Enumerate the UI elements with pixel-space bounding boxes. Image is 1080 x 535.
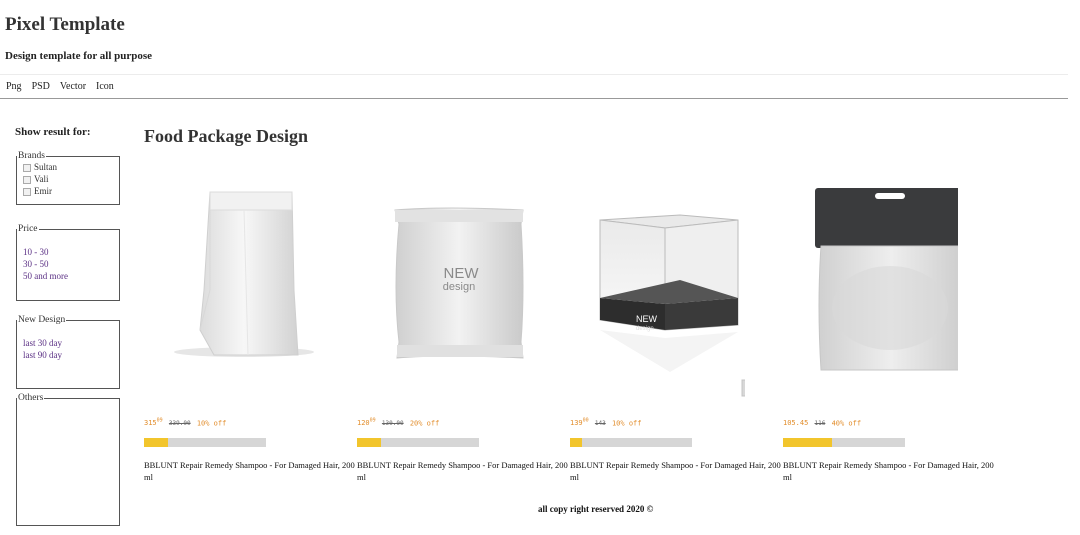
price-line: 13900 143 10% off (570, 418, 641, 427)
category-title: Food Package Design (144, 126, 308, 146)
others-legend: Others (18, 393, 44, 403)
discount-label: 10% off (611, 419, 642, 428)
progress-fill (357, 438, 382, 447)
price-line: 105.45 116 40% off (783, 418, 861, 427)
price-filter: Price 10 - 30 30 - 50 50 and more (16, 224, 120, 301)
new-design-link-30[interactable]: last 30 day (23, 337, 113, 349)
brands-filter: Brands Sultan Vali Emir (16, 151, 120, 205)
clear-box-image[interactable]: NEW design (570, 180, 769, 402)
package-label-new: NEW (636, 314, 658, 324)
brand-option-sultan[interactable]: Sultan (23, 161, 113, 173)
progress-fill (783, 438, 832, 447)
package-label-design: design (443, 281, 475, 293)
new-design-legend: New Design (18, 315, 66, 325)
progress-fill (144, 438, 169, 447)
price-link-10-30[interactable]: 10 - 30 (23, 246, 113, 258)
old-price: 339.00 (168, 420, 191, 428)
progress-bar (357, 438, 479, 447)
stand-up-pouch-image[interactable] (144, 180, 319, 402)
brand-option-emir[interactable]: Emir (23, 185, 113, 197)
brands-legend: Brands (18, 151, 45, 161)
product-card[interactable]: 105.45 116 40% off BBLUNT Repair Remedy … (783, 180, 996, 482)
new-design-link-90[interactable]: last 90 day (23, 349, 113, 361)
hanging-bag-image[interactable] (783, 180, 965, 402)
product-name[interactable]: BBLUNT Repair Remedy Shampoo - For Damag… (357, 459, 570, 483)
product-card[interactable]: NEW design 12009 130.00 20% off BBLUNT R… (357, 180, 570, 482)
old-price: 143 (594, 420, 606, 428)
site-title: Pixel Template (5, 14, 125, 35)
progress-bar (570, 438, 692, 447)
old-price: 130.00 (381, 420, 404, 428)
sidebar-heading: Show result for: (15, 126, 91, 138)
progress-fill (570, 438, 583, 447)
nav-item-icon[interactable]: Icon (96, 81, 114, 92)
product-name[interactable]: BBLUNT Repair Remedy Shampoo - For Damag… (783, 459, 996, 483)
product-name[interactable]: BBLUNT Repair Remedy Shampoo - For Damag… (570, 459, 783, 483)
product-name[interactable]: BBLUNT Repair Remedy Shampoo - For Damag… (144, 459, 357, 483)
current-price: 13900 (570, 418, 589, 428)
package-label-design: design (636, 326, 654, 332)
nav-item-psd[interactable]: PSD (32, 81, 50, 92)
price-line: 31509 339.00 10% off (144, 418, 226, 427)
price-link-30-50[interactable]: 30 - 50 (23, 258, 113, 270)
product-card[interactable]: NEW design 13900 143 10% off BBLUNT Repa… (570, 180, 783, 482)
price-link-50-more[interactable]: 50 and more (23, 270, 113, 282)
price-line: 12009 130.00 20% off (357, 418, 439, 427)
new-design-filter: New Design last 30 day last 90 day (16, 315, 120, 389)
top-nav: Png PSD Vector Icon (0, 74, 1068, 99)
others-filter: Others (16, 393, 120, 526)
site-subtitle: Design template for all purpose (5, 50, 153, 62)
current-price: 31509 (144, 418, 163, 428)
checkbox[interactable] (23, 163, 31, 172)
progress-bar (144, 438, 266, 447)
current-price: 105.45 (783, 419, 809, 428)
footer-copyright: all copy right reserved 2020 © (538, 504, 654, 514)
product-card[interactable]: 31509 339.00 10% off BBLUNT Repair Remed… (144, 180, 357, 482)
progress-bar (783, 438, 905, 447)
pillow-pack-image[interactable]: NEW design (357, 180, 532, 402)
discount-label: 20% off (409, 419, 440, 428)
nav-item-vector[interactable]: Vector (60, 81, 86, 92)
package-label-new: NEW (444, 265, 480, 282)
discount-label: 40% off (831, 419, 862, 428)
brand-option-vali[interactable]: Vali (23, 173, 113, 185)
checkbox[interactable] (23, 175, 31, 184)
price-legend: Price (18, 224, 38, 234)
current-price: 12009 (357, 418, 376, 428)
discount-label: 10% off (196, 419, 227, 428)
nav-item-png[interactable]: Png (6, 81, 22, 92)
checkbox[interactable] (23, 187, 31, 196)
old-price: 116 (814, 420, 826, 428)
